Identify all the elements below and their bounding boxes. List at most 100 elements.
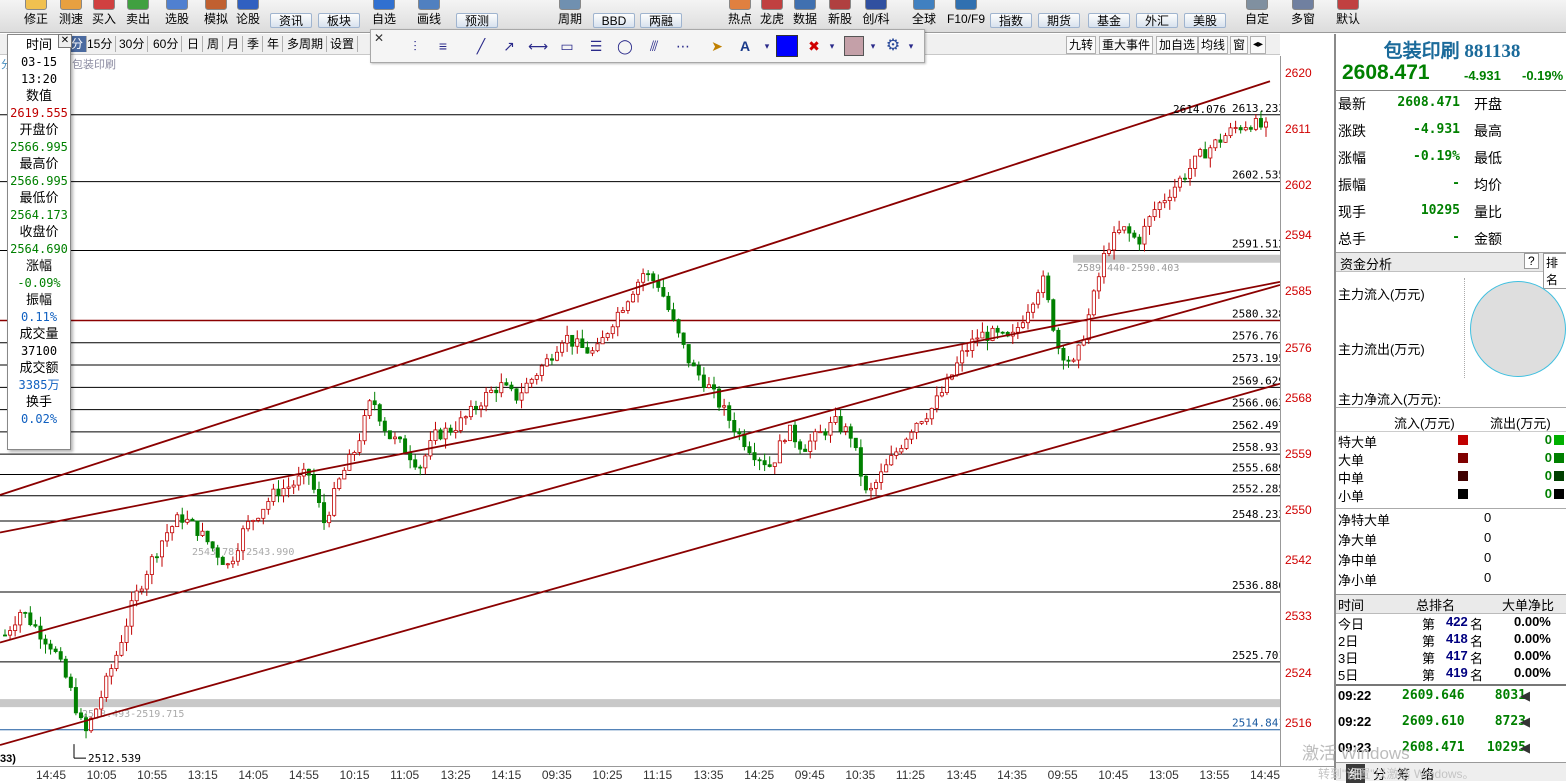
- parallel-lines-icon[interactable]: ⫶: [405, 36, 425, 56]
- help-icon[interactable]: ?: [1524, 253, 1539, 269]
- info-value: 2564.690: [10, 242, 68, 256]
- toolbar-button-14[interactable]: 创/科: [856, 0, 896, 32]
- candle-body: [514, 388, 519, 401]
- flow-row-label: 小单: [1338, 489, 1365, 504]
- candle-body: [215, 547, 220, 558]
- toolbar-button-9[interactable]: 周期: [550, 0, 590, 32]
- rectangle-icon[interactable]: ▭: [557, 36, 577, 56]
- chart-action-2[interactable]: 加自选: [1156, 36, 1199, 54]
- period-tab-8[interactable]: 年: [264, 36, 284, 52]
- period-tab-1[interactable]: 15分: [84, 36, 117, 52]
- period-tab-10[interactable]: 设置: [327, 36, 359, 52]
- close-icon[interactable]: ✕: [58, 34, 72, 48]
- period-tab-5[interactable]: 周: [204, 36, 224, 52]
- toolbar-label: 修正: [23, 12, 48, 26]
- lock-drawing-icon[interactable]: [844, 36, 864, 56]
- toolbar-button-16[interactable]: F10/F9: [946, 0, 986, 32]
- toolbar-pill-0[interactable]: 资讯: [270, 13, 312, 28]
- period-tab-4[interactable]: 日: [184, 36, 204, 52]
- chart-action-1[interactable]: 重大事件: [1099, 36, 1154, 54]
- toolbar-pill-1[interactable]: 板块: [318, 13, 360, 28]
- channel-icon[interactable]: ☰: [586, 36, 606, 56]
- candle-body: [929, 407, 934, 420]
- toolbar-pill-9[interactable]: 美股: [1184, 13, 1226, 28]
- toolbar-button-6[interactable]: 论股: [228, 0, 268, 32]
- toolbar-button-12[interactable]: 数据: [785, 0, 825, 32]
- candle-body: [463, 416, 468, 419]
- candle-body: [701, 374, 706, 388]
- candle-body: [691, 362, 696, 367]
- toolbar-button-0[interactable]: 修正: [16, 0, 56, 32]
- chevron-down-icon[interactable]: ▾: [822, 36, 842, 56]
- candle-body: [630, 293, 635, 303]
- toolbar-pill-3[interactable]: BBD: [593, 13, 635, 28]
- chevron-down-icon[interactable]: ▾: [901, 36, 921, 56]
- candle-body: [1243, 127, 1248, 131]
- toolbar-button-19[interactable]: 默认: [1328, 0, 1368, 32]
- toolbar-pill-8[interactable]: 外汇: [1136, 13, 1178, 28]
- toolbar-button-8[interactable]: 画线: [409, 0, 449, 32]
- period-tab-6[interactable]: 月: [224, 36, 244, 52]
- kline-chart[interactable]: 2613.233 2602.535 2591.512 2580.328 2576.761…: [0, 56, 1280, 766]
- line-icon[interactable]: ⟷: [528, 36, 548, 56]
- toolbar-button-4[interactable]: 选股: [157, 0, 197, 32]
- scroll-arrows-icon[interactable]: ◂▸: [1250, 36, 1267, 54]
- rank-value: 417: [1446, 648, 1468, 663]
- ray-icon[interactable]: ↗: [499, 36, 519, 56]
- chart-action-3[interactable]: 均线: [1198, 36, 1229, 54]
- text-tool-icon[interactable]: A: [735, 36, 755, 56]
- candle-body: [1167, 196, 1172, 201]
- f10-icon: [955, 0, 977, 10]
- toolbar-button-17[interactable]: 自定: [1237, 0, 1277, 32]
- close-drawing-toolbar-icon[interactable]: ✕: [373, 28, 385, 48]
- candle-body: [1223, 135, 1228, 143]
- info-value: 0.02%: [20, 412, 58, 426]
- candle-body: [332, 488, 337, 516]
- period-tab-7[interactable]: 季: [244, 36, 264, 52]
- text-line-icon[interactable]: ≡: [433, 36, 453, 56]
- candle-body: [919, 421, 924, 424]
- chevron-down-icon[interactable]: ▾: [757, 36, 777, 56]
- info-label: 最高价: [19, 156, 59, 171]
- candle-body: [722, 405, 727, 408]
- toolbar-button-18[interactable]: 多窗: [1283, 0, 1323, 32]
- fund-analysis-header: 资金分析 ? 排名: [1336, 252, 1566, 289]
- candle-body: [595, 343, 600, 352]
- more-tools-icon[interactable]: ⋯: [673, 36, 693, 56]
- candle-body: [727, 405, 732, 421]
- candle-body: [1000, 331, 1005, 334]
- cursor-icon[interactable]: ➤: [707, 36, 727, 56]
- tab-ranking[interactable]: 排名: [1543, 253, 1566, 289]
- tick-price: 2609.646: [1402, 688, 1465, 703]
- delete-icon[interactable]: ✖: [804, 36, 824, 56]
- color-picker[interactable]: [776, 35, 798, 57]
- toolbar-pill-7[interactable]: 基金: [1088, 13, 1130, 28]
- chart-action-0[interactable]: 九转: [1066, 36, 1097, 54]
- candle-body: [1228, 127, 1233, 137]
- toolbar-pill-5[interactable]: 指数: [990, 13, 1032, 28]
- toolbar-button-13[interactable]: 新股: [820, 0, 860, 32]
- flow-in-swatch: [1458, 471, 1468, 481]
- candle-body: [1248, 127, 1253, 130]
- chart-action-4[interactable]: 窗: [1230, 36, 1249, 54]
- candle-body: [711, 384, 716, 390]
- rank-ratio: 0.00%: [1514, 665, 1551, 680]
- segment-icon[interactable]: ╱: [471, 36, 491, 56]
- flow-row-label: 中单: [1338, 471, 1365, 486]
- period-tab-2[interactable]: 30分: [116, 36, 149, 52]
- gear-icon[interactable]: ⚙: [883, 36, 903, 56]
- toolbar-pill-4[interactable]: 两融: [640, 13, 682, 28]
- level-label: 2566.063: [1232, 397, 1280, 410]
- fan-icon[interactable]: ⫻: [644, 36, 664, 56]
- toolbar-button-15[interactable]: 全球: [904, 0, 944, 32]
- chevron-down-icon[interactable]: ▾: [863, 36, 883, 56]
- toolbar-button-3[interactable]: 卖出: [118, 0, 158, 32]
- candle-body: [149, 556, 154, 575]
- period-tab-9[interactable]: 多周期: [284, 36, 328, 52]
- rank-suffix: 名: [1470, 668, 1484, 683]
- period-tab-3[interactable]: 60分: [150, 36, 183, 52]
- ellipse-icon[interactable]: ◯: [615, 36, 635, 56]
- toolbar-pill-2[interactable]: 预测: [456, 13, 498, 28]
- toolbar-pill-6[interactable]: 期货: [1038, 13, 1080, 28]
- candle-body: [1112, 232, 1117, 251]
